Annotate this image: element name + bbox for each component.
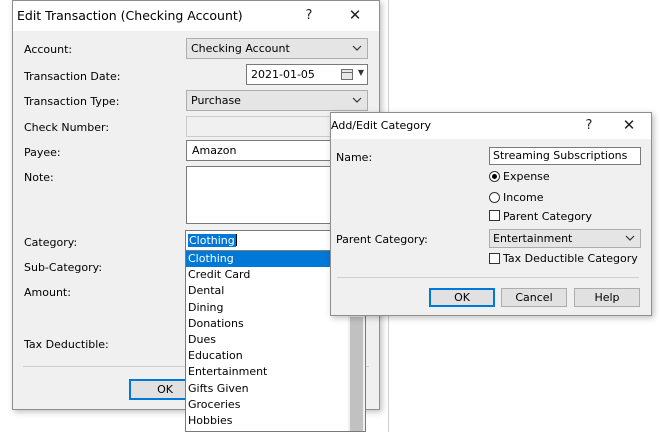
chevron-down-icon	[352, 97, 362, 103]
category-name-input[interactable]: Streaming Subscriptions	[489, 147, 641, 165]
parent-category-label: Parent Category:	[336, 233, 428, 246]
list-item[interactable]: Clothing	[186, 251, 348, 267]
tax-deductible-label: Tax Deductible:	[24, 338, 109, 351]
transaction-type-dropdown[interactable]: Purchase	[186, 90, 368, 111]
chevron-down-icon	[625, 235, 635, 241]
check-number-label: Check Number:	[24, 121, 110, 134]
add-edit-category-dialog: Add/Edit Category ? ✕ Name: Streaming Su…	[330, 112, 652, 316]
category-combobox[interactable]: Clothing	[185, 230, 331, 251]
expense-radio[interactable]	[489, 171, 500, 182]
sub-category-label: Sub-Category:	[24, 261, 103, 274]
category-value: Clothing	[188, 234, 236, 247]
list-item[interactable]: Entertainment	[186, 364, 348, 380]
cancel-button[interactable]: Cancel	[501, 288, 567, 307]
close-button[interactable]: ✕	[609, 113, 649, 139]
transaction-type-value: Purchase	[191, 94, 241, 107]
amount-label: Amount:	[24, 286, 71, 299]
dialog-title: Edit Transaction (Checking Account)	[17, 8, 243, 23]
ok-button[interactable]: OK	[429, 288, 495, 307]
payee-value: Amazon	[192, 144, 237, 157]
transaction-date-picker[interactable]: 2021-01-05 ▼	[246, 64, 368, 85]
category-name-value: Streaming Subscriptions	[493, 149, 628, 162]
parent-category-checkbox-label: Parent Category	[503, 210, 592, 223]
button-separator	[337, 277, 639, 278]
list-item[interactable]: Hobbies	[186, 413, 348, 429]
transaction-date-label: Transaction Date:	[24, 70, 121, 83]
scrollbar-thumb[interactable]	[350, 317, 363, 431]
tax-deductible-checkbox[interactable]	[489, 253, 500, 264]
transaction-date-value: 2021-01-05	[251, 68, 315, 81]
parent-category-value: Entertainment	[493, 232, 573, 245]
help-text-button[interactable]: Help	[574, 288, 640, 307]
title-bar: Edit Transaction (Checking Account) ? ✕	[13, 1, 379, 31]
help-button[interactable]: ?	[569, 113, 609, 139]
dialog-title: Add/Edit Category	[331, 119, 432, 132]
text-caret	[235, 234, 237, 246]
list-item[interactable]: Gifts Given	[186, 381, 348, 397]
name-label: Name:	[336, 151, 373, 164]
list-item[interactable]: Education	[186, 348, 348, 364]
help-button[interactable]: ?	[289, 1, 329, 31]
parent-category-checkbox[interactable]	[489, 210, 500, 221]
list-item[interactable]: Dining	[186, 300, 348, 316]
dropdown-arrow-icon[interactable]: ▼	[358, 68, 364, 77]
list-item[interactable]: Groceries	[186, 397, 348, 413]
income-label: Income	[503, 191, 544, 204]
note-label: Note:	[24, 171, 54, 184]
title-bar: Add/Edit Category ? ✕	[331, 113, 651, 139]
list-item[interactable]: Dues	[186, 332, 348, 348]
tax-deductible-category-label: Tax Deductible Category	[503, 252, 638, 265]
close-button[interactable]: ✕	[335, 1, 375, 31]
income-radio[interactable]	[489, 192, 500, 203]
category-label: Category:	[24, 236, 78, 249]
list-item[interactable]: Dental	[186, 283, 348, 299]
parent-category-dropdown[interactable]: Entertainment	[489, 229, 641, 248]
transaction-type-label: Transaction Type:	[24, 95, 120, 108]
account-value: Checking Account	[191, 42, 290, 55]
account-dropdown[interactable]: Checking Account	[186, 38, 368, 59]
calendar-icon[interactable]	[341, 69, 353, 80]
account-label: Account:	[24, 43, 73, 56]
payee-label: Payee:	[24, 146, 61, 159]
list-item[interactable]: Donations	[186, 316, 348, 332]
expense-label: Expense	[503, 170, 550, 183]
list-item[interactable]: Credit Card	[186, 267, 348, 283]
chevron-down-icon	[352, 45, 362, 51]
